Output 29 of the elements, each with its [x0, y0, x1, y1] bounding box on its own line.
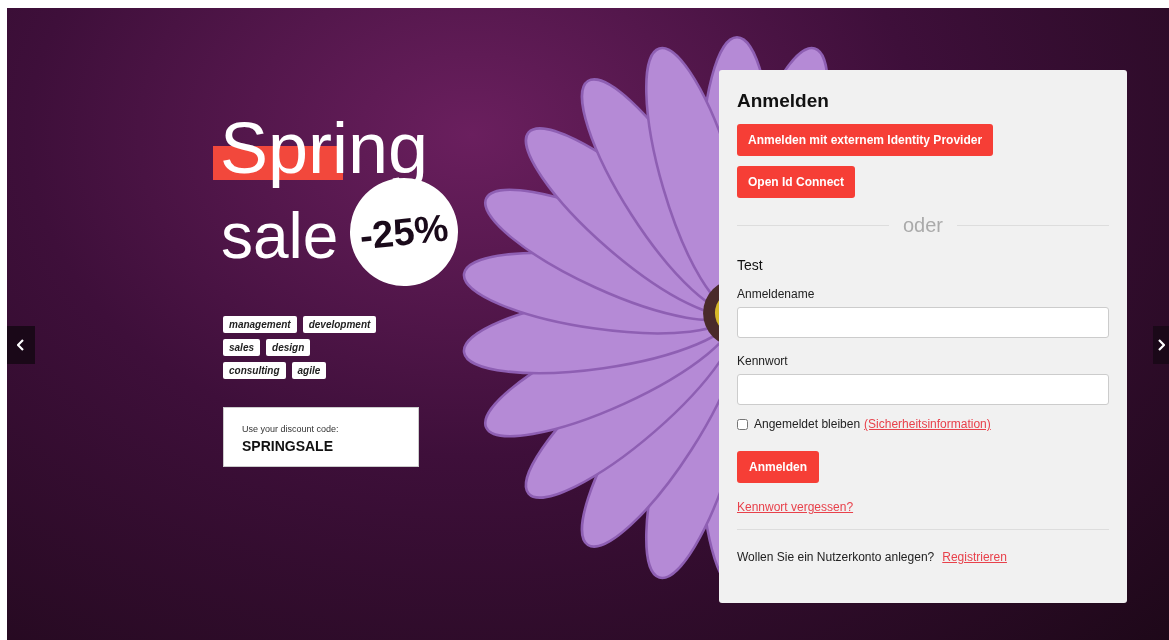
headline-text: sale: [221, 199, 339, 274]
chevron-right-icon: [1157, 339, 1165, 351]
section-title: Test: [737, 257, 764, 273]
discount-code-label: Use your discount code:: [242, 424, 340, 434]
forgot-password-link[interactable]: Kennwort vergessen?: [737, 500, 854, 514]
field-label: Kennwort: [737, 354, 789, 368]
input-field[interactable]: [737, 307, 1109, 338]
checkbox-label: Angemeldet bleiben: [754, 417, 861, 431]
tag-label: sales: [223, 339, 261, 356]
divider-text: oder: [903, 214, 943, 237]
tag-label: development: [302, 316, 377, 333]
input-field[interactable]: [737, 374, 1109, 405]
tag-label: consulting: [223, 362, 286, 379]
previous-slide-button[interactable]: [7, 326, 35, 364]
security-info-link[interactable]: (Sicherheitsinformation): [864, 417, 991, 431]
register-prompt: Wollen Sie ein Nutzerkonto anlegen?: [737, 550, 935, 564]
login-title: Anmelden: [737, 90, 830, 112]
remember-checkbox[interactable]: [737, 418, 748, 430]
field-label: Anmeldename: [737, 287, 816, 301]
tag-label: design: [266, 339, 311, 356]
discount-code: SPRINGSALE: [242, 438, 334, 454]
external-login-button[interactable]: Open Id Connect: [737, 166, 855, 198]
login-button[interactable]: Anmelden: [737, 451, 819, 483]
register-link[interactable]: Registrieren: [942, 550, 1007, 564]
tag-label: agile: [291, 362, 327, 379]
chevron-left-icon: [17, 339, 25, 351]
next-slide-button[interactable]: [1153, 326, 1169, 364]
tag-label: management: [223, 316, 297, 333]
external-login-button[interactable]: Anmelden mit externem Identity Provider: [737, 124, 994, 156]
